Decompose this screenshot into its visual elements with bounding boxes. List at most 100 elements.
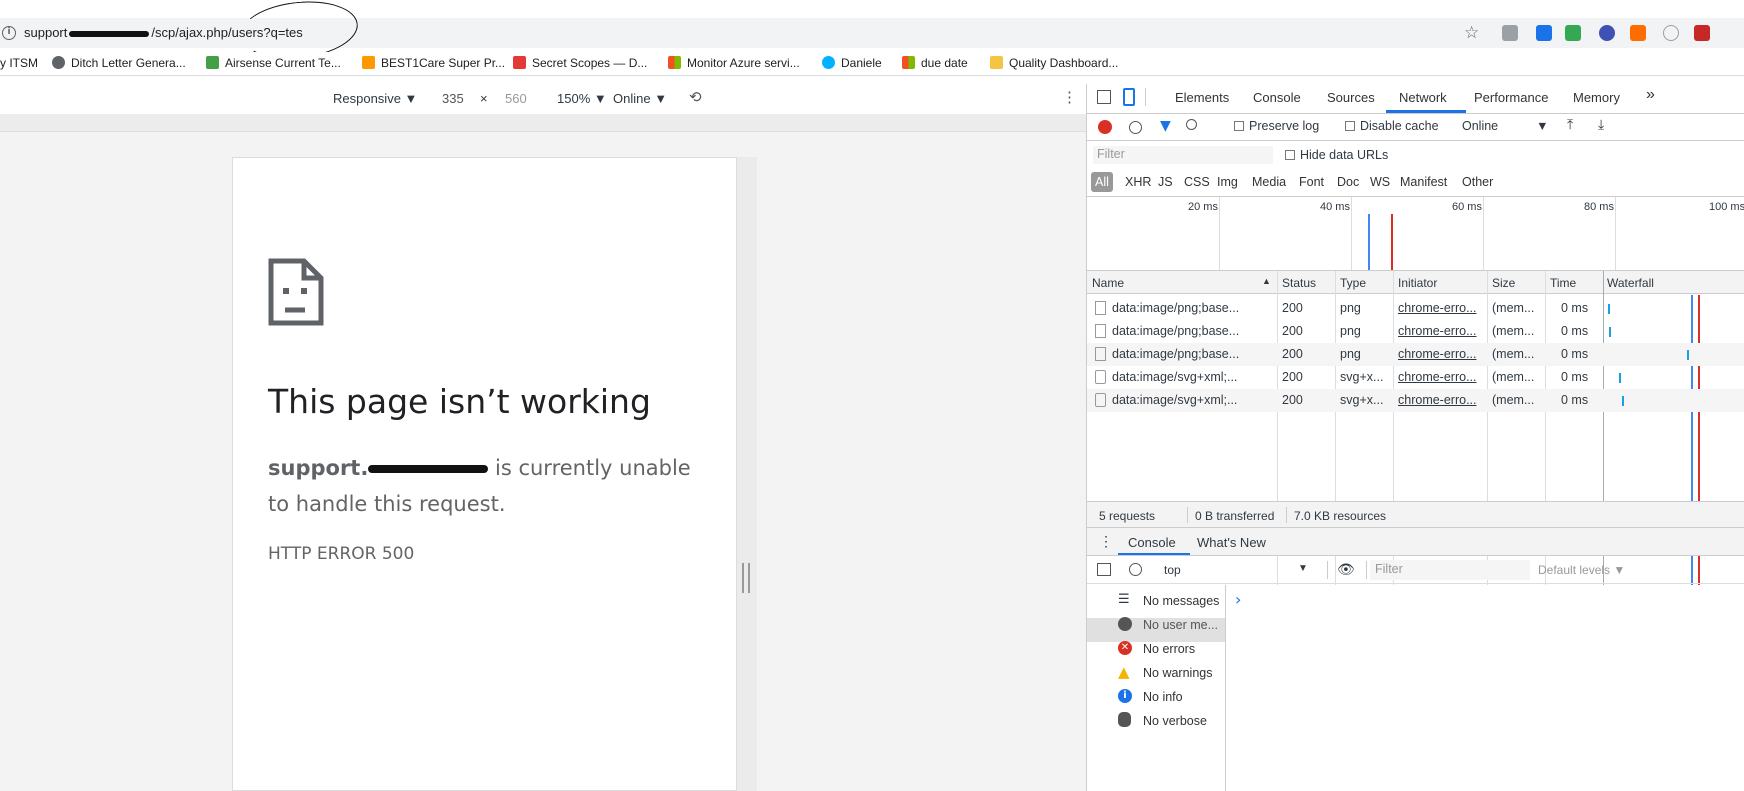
col-time[interactable]: Time: [1550, 276, 1576, 290]
filter-other[interactable]: Other: [1462, 175, 1493, 189]
bookmark-1[interactable]: Ditch Letter Genera...: [52, 56, 186, 70]
filter-img[interactable]: Img: [1217, 175, 1238, 189]
eye-icon[interactable]: 👁: [1337, 561, 1355, 578]
filter-manifest[interactable]: Manifest: [1400, 175, 1447, 189]
table-row[interactable]: data:image/svg+xml;... 200 svg+x... chro…: [1087, 366, 1744, 389]
extension-icon-5[interactable]: [1630, 25, 1646, 41]
context-select[interactable]: top: [1164, 563, 1181, 577]
sidebar-toggle-icon[interactable]: [1097, 563, 1111, 576]
filter-xhr[interactable]: XHR: [1125, 175, 1151, 189]
waterfall-bar: [1622, 396, 1624, 406]
table-row[interactable]: data:image/png;base... 200 png chrome-er…: [1087, 320, 1744, 343]
bookmark-0[interactable]: y ITSM: [0, 56, 38, 70]
star-icon[interactable]: ☆: [1464, 23, 1479, 43]
request-size: (mem...: [1492, 301, 1535, 315]
tab-network[interactable]: Network: [1399, 90, 1447, 105]
download-icon[interactable]: ⤓: [1598, 117, 1604, 133]
record-icon[interactable]: [1098, 120, 1112, 134]
width-input[interactable]: 335: [442, 91, 464, 106]
overview-timeline[interactable]: 20 ms 40 ms 60 ms 80 ms 100 ms: [1087, 197, 1744, 270]
console-filter-input[interactable]: Filter: [1370, 560, 1530, 580]
tab-sources[interactable]: Sources: [1327, 90, 1375, 105]
col-name[interactable]: Name: [1092, 276, 1124, 290]
inspect-element-icon[interactable]: [1097, 90, 1111, 104]
preserve-log-checkbox[interactable]: Preserve log: [1234, 119, 1319, 133]
filter-css[interactable]: CSS: [1184, 175, 1210, 189]
rotate-icon[interactable]: ⟲: [689, 88, 702, 106]
upload-icon[interactable]: ⤒: [1567, 117, 1573, 133]
table-row[interactable]: data:image/svg+xml;... 200 svg+x... chro…: [1087, 389, 1744, 412]
hide-data-urls-checkbox[interactable]: Hide data URLs: [1285, 148, 1388, 162]
filter-all[interactable]: All: [1095, 175, 1109, 189]
more-tabs-icon[interactable]: »: [1646, 86, 1655, 104]
level-errors[interactable]: No errors: [1143, 642, 1195, 656]
filter-ws[interactable]: WS: [1370, 175, 1390, 189]
col-size[interactable]: Size: [1492, 276, 1515, 290]
bookmark-3[interactable]: BEST1Care Super Pr...: [362, 56, 505, 70]
level-user-messages[interactable]: No user me...: [1143, 618, 1218, 632]
device-toolbar-icon[interactable]: [1123, 88, 1135, 106]
extension-icon-4[interactable]: [1599, 25, 1615, 41]
level-verbose[interactable]: No verbose: [1143, 714, 1207, 728]
throttling-select[interactable]: Online ▼: [1462, 119, 1549, 133]
extension-icon-6[interactable]: [1694, 25, 1710, 41]
tab-performance[interactable]: Performance: [1474, 90, 1548, 105]
disable-cache-checkbox[interactable]: Disable cache: [1345, 119, 1439, 133]
drawer-tab-console[interactable]: Console: [1128, 535, 1176, 550]
col-type[interactable]: Type: [1340, 276, 1366, 290]
throttle-select[interactable]: Online ▼: [613, 91, 667, 106]
filter-font[interactable]: Font: [1299, 175, 1324, 189]
request-initiator[interactable]: chrome-erro...: [1398, 324, 1484, 338]
table-row[interactable]: data:image/png;base... 200 png chrome-er…: [1087, 297, 1744, 320]
table-row[interactable]: data:image/png;base... 200 png chrome-er…: [1087, 343, 1744, 366]
tab-console[interactable]: Console: [1253, 90, 1301, 105]
media-query-ruler[interactable]: [0, 114, 1086, 132]
drawer-tab-whats-new[interactable]: What's New: [1197, 535, 1266, 550]
col-waterfall[interactable]: Waterfall: [1607, 276, 1654, 290]
search-icon[interactable]: [1186, 119, 1197, 130]
request-initiator[interactable]: chrome-erro...: [1398, 301, 1484, 315]
clear-icon[interactable]: [1129, 121, 1142, 134]
context-dropdown-icon[interactable]: ▼: [1298, 563, 1308, 574]
bookmark-8[interactable]: Quality Dashboard...: [990, 56, 1118, 70]
extension-icon-2[interactable]: [1536, 25, 1552, 41]
tab-memory[interactable]: Memory: [1573, 90, 1620, 105]
filter-js[interactable]: JS: [1158, 175, 1173, 189]
level-info[interactable]: No info: [1143, 690, 1183, 704]
filter-doc[interactable]: Doc: [1337, 175, 1359, 189]
height-input[interactable]: 560: [505, 91, 527, 106]
info-icon[interactable]: i: [2, 26, 16, 40]
device-mode-select[interactable]: Responsive ▼: [333, 91, 417, 106]
col-status[interactable]: Status: [1282, 276, 1316, 290]
request-initiator[interactable]: chrome-erro...: [1398, 370, 1484, 384]
extension-icon-3[interactable]: [1565, 25, 1581, 41]
level-warnings[interactable]: No warnings: [1143, 666, 1212, 680]
console-prompt[interactable]: ›: [1235, 590, 1241, 609]
request-type: png: [1340, 301, 1361, 315]
tab-elements[interactable]: Elements: [1175, 90, 1229, 105]
bookmark-2[interactable]: Airsense Current Te...: [206, 56, 341, 70]
col-initiator[interactable]: Initiator: [1398, 276, 1437, 290]
filter-input[interactable]: Filter: [1093, 146, 1273, 164]
request-initiator[interactable]: chrome-erro...: [1398, 393, 1484, 407]
filter-icon[interactable]: ▼: [1160, 118, 1171, 134]
image-file-icon: [1095, 347, 1106, 361]
bookmark-6[interactable]: Daniele: [822, 56, 882, 70]
default-levels-select[interactable]: Default levels ▼: [1538, 563, 1625, 577]
bookmark-4[interactable]: Secret Scopes — D...: [513, 56, 647, 70]
clear-console-icon[interactable]: [1129, 563, 1142, 576]
viewport-resize-handle[interactable]: [742, 563, 750, 593]
bookmark-7[interactable]: due date: [902, 56, 968, 70]
bookmark-5[interactable]: Monitor Azure servi...: [668, 56, 800, 70]
devtools-panel: Elements Console Sources Network Perform…: [1086, 84, 1744, 791]
help-icon[interactable]: [1663, 25, 1679, 41]
filter-media[interactable]: Media: [1252, 175, 1286, 189]
url-host: support: [24, 25, 68, 40]
drawer-menu-icon[interactable]: ⋮: [1099, 533, 1113, 550]
level-messages[interactable]: No messages: [1143, 594, 1219, 608]
tick-40: 40 ms: [1320, 201, 1350, 213]
request-initiator[interactable]: chrome-erro...: [1398, 347, 1484, 361]
extension-icon-1[interactable]: [1502, 25, 1518, 41]
zoom-select[interactable]: 150% ▼: [557, 91, 607, 106]
more-options-icon[interactable]: ⋮: [1062, 88, 1077, 106]
